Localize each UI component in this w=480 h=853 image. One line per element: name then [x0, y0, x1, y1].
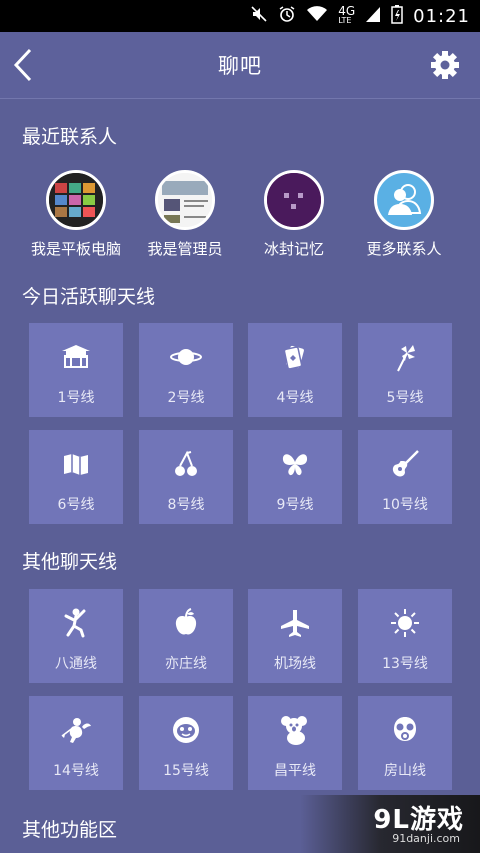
- line-tile[interactable]: 1号线: [29, 323, 123, 417]
- planet-icon: [170, 349, 202, 365]
- gasmask-icon: [394, 717, 416, 741]
- line-label: 10号线: [382, 497, 428, 513]
- line-label: 8号线: [167, 497, 205, 513]
- line-label: 13号线: [382, 656, 428, 672]
- line-tile[interactable]: 八通线: [29, 589, 123, 683]
- back-button[interactable]: [8, 46, 44, 84]
- other-lines-title: 其他聊天线: [22, 551, 118, 573]
- line-tile[interactable]: 5号线: [358, 323, 452, 417]
- line-tile[interactable]: 4号线: [248, 323, 342, 417]
- contact-label: 更多联系人: [366, 240, 442, 258]
- contact-label: 冰封记忆: [263, 240, 324, 258]
- cupid-icon: [61, 718, 91, 743]
- other-functions-title: 其他功能区: [22, 819, 118, 841]
- koala-icon: [281, 716, 307, 745]
- line-label: 9号线: [276, 497, 314, 513]
- avatar: [374, 170, 434, 230]
- gear-icon: [431, 51, 459, 79]
- map-icon: [64, 454, 88, 475]
- recent-contacts-title: 最近联系人: [22, 126, 118, 148]
- status-time: 01:21: [413, 5, 470, 27]
- line-tile[interactable]: 昌平线: [248, 696, 342, 790]
- line-label: 2号线: [167, 390, 205, 406]
- line-label: 八通线: [55, 656, 97, 672]
- line-label: 机场线: [274, 656, 316, 672]
- app-header: 聊吧: [0, 32, 480, 99]
- battery-icon: [391, 4, 403, 28]
- contact-item-tablet[interactable]: 我是平板电脑: [16, 170, 136, 259]
- contact-label: 我是平板电脑: [30, 240, 121, 258]
- line-tile[interactable]: 6号线: [29, 430, 123, 524]
- line-label: 亦庄线: [165, 656, 207, 672]
- line-tile[interactable]: 9号线: [248, 430, 342, 524]
- line-tile[interactable]: 13号线: [358, 589, 452, 683]
- other-lines-grid: 八通线 亦庄线 机场线 13号线 14号线 15号线 昌平线 房山线: [29, 589, 459, 790]
- airplane-icon: [281, 610, 309, 637]
- watermark-url: 91danji.com: [392, 832, 460, 845]
- settings-button[interactable]: [430, 50, 460, 80]
- avatar: [46, 170, 106, 230]
- line-tile[interactable]: 15号线: [139, 696, 233, 790]
- line-tile[interactable]: 10号线: [358, 430, 452, 524]
- watermark-logo: 9L游戏: [373, 805, 464, 835]
- today-lines-grid: 1号线 2号线 4号线 5号线 6号线 8号线 9号线 10号线: [29, 323, 459, 524]
- network-sub: LTE: [338, 16, 352, 25]
- contact-item-more[interactable]: 更多联系人: [344, 170, 464, 259]
- monkey-icon: [173, 717, 199, 743]
- avatar: [264, 170, 324, 230]
- status-bar: 4G LTE 01:21: [0, 0, 480, 32]
- pixel-face-icon: [267, 173, 321, 227]
- network-type: 4G: [338, 4, 356, 18]
- contact-item-frozen-memory[interactable]: 冰封记忆: [234, 170, 354, 259]
- tablet-photo-icon: [49, 173, 103, 227]
- line-label: 14号线: [53, 763, 99, 779]
- line-tile[interactable]: 房山线: [358, 696, 452, 790]
- line-label: 15号线: [163, 763, 209, 779]
- line-tile[interactable]: 14号线: [29, 696, 123, 790]
- contacts-icon: [388, 184, 422, 215]
- dancer-icon: [64, 608, 86, 638]
- butterfly-icon: [282, 454, 308, 476]
- today-lines-title: 今日活跃聊天线: [22, 286, 156, 308]
- back-arrow-icon: [13, 48, 32, 82]
- avatar: [155, 170, 215, 230]
- line-tile[interactable]: 8号线: [139, 430, 233, 524]
- line-label: 房山线: [384, 763, 426, 779]
- page-title: 聊吧: [218, 54, 262, 78]
- line-label: 5号线: [386, 390, 424, 406]
- cards-icon: [283, 345, 304, 370]
- wifi-icon: [306, 5, 328, 27]
- cherry-icon: [175, 450, 197, 476]
- admin-photo-icon: [158, 173, 212, 227]
- line-tile[interactable]: 亦庄线: [139, 589, 233, 683]
- contact-label: 我是管理员: [147, 240, 223, 258]
- line-tile[interactable]: 2号线: [139, 323, 233, 417]
- apple-icon: [175, 608, 197, 635]
- contact-item-admin[interactable]: 我是管理员: [125, 170, 245, 259]
- signal-icon: [365, 5, 381, 27]
- sun-icon: [391, 609, 419, 637]
- line-label: 6号线: [57, 497, 95, 513]
- pinwheel-icon: [397, 345, 415, 372]
- guitar-icon: [392, 450, 419, 477]
- palace-icon: [62, 345, 90, 368]
- line-tile[interactable]: 机场线: [248, 589, 342, 683]
- line-label: 昌平线: [274, 763, 316, 779]
- mute-icon: [250, 5, 268, 27]
- line-label: 1号线: [57, 390, 95, 406]
- watermark: 9L游戏 91danji.com: [300, 795, 480, 853]
- recent-contacts-list: 我是平板电脑 我是管理员 冰封记忆 更多联系人: [0, 170, 480, 270]
- alarm-icon: [278, 5, 296, 27]
- network-indicator: 4G LTE: [338, 4, 356, 26]
- line-label: 4号线: [276, 390, 314, 406]
